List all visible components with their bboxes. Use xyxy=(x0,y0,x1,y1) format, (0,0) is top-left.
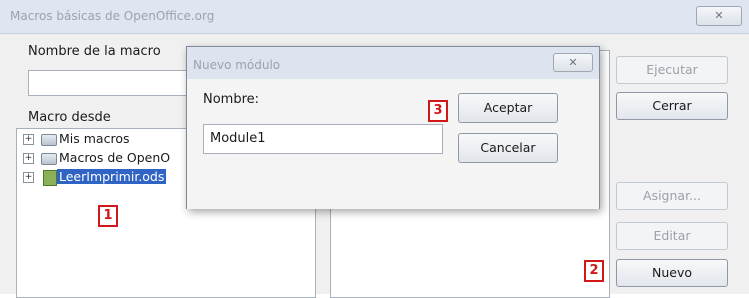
modal-title: Nuevo módulo xyxy=(193,58,281,72)
expand-icon[interactable]: + xyxy=(23,153,34,164)
tree-item-label: Macros de OpenO xyxy=(59,150,171,165)
assign-button[interactable]: Asignar... xyxy=(616,182,728,210)
step-marker-1: 1 xyxy=(98,205,118,227)
step-marker-3: 3 xyxy=(428,100,448,122)
tree-item-label: LeerImprimir.ods xyxy=(57,169,167,184)
ok-button[interactable]: Aceptar xyxy=(458,93,558,123)
new-button[interactable]: Nuevo xyxy=(616,259,728,287)
new-module-dialog: Nuevo módulo ✕ Nombre: Module1 Aceptar C… xyxy=(186,46,600,209)
run-button[interactable]: Ejecutar xyxy=(616,56,728,84)
macro-from-label: Macro desde xyxy=(28,110,111,125)
library-icon xyxy=(41,153,57,165)
dialog-title: Macros básicas de OpenOffice.org xyxy=(10,9,215,23)
dialog-titlebar[interactable]: Macros básicas de OpenOffice.org ✕ xyxy=(0,0,749,34)
cancel-button[interactable]: Cancelar xyxy=(458,133,558,163)
expand-icon[interactable]: + xyxy=(23,172,34,183)
close-button[interactable]: Cerrar xyxy=(616,92,728,120)
modal-body: Nombre: Module1 Aceptar Cancelar xyxy=(187,79,599,209)
module-name-label: Nombre: xyxy=(203,92,260,107)
expand-icon[interactable]: + xyxy=(23,134,34,145)
module-name-input[interactable]: Module1 xyxy=(203,124,443,154)
library-icon xyxy=(41,134,57,146)
modal-titlebar[interactable]: Nuevo módulo ✕ xyxy=(187,47,599,79)
macro-name-label: Nombre de la macro xyxy=(28,44,161,59)
tree-item-label: Mis macros xyxy=(59,131,130,146)
spreadsheet-document-icon xyxy=(43,170,57,186)
step-marker-2: 2 xyxy=(584,260,604,282)
close-icon[interactable]: ✕ xyxy=(696,6,742,26)
edit-button[interactable]: Editar xyxy=(616,222,728,250)
close-icon[interactable]: ✕ xyxy=(553,53,593,72)
